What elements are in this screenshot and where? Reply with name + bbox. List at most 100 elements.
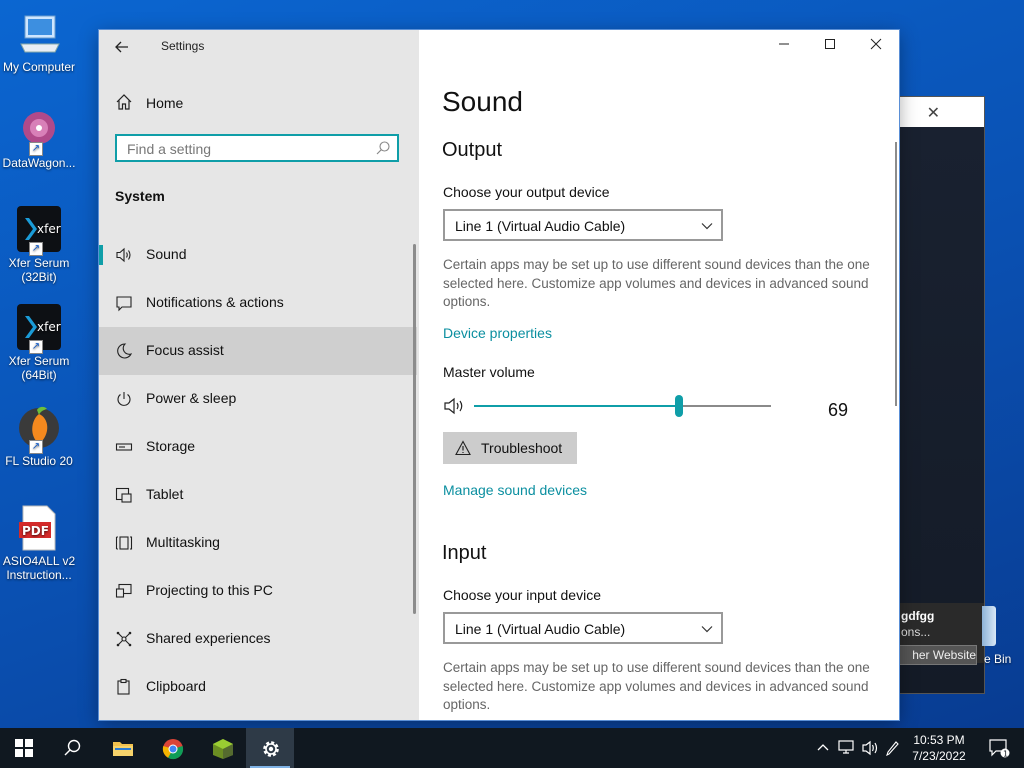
notice-text: ons... <box>901 625 931 639</box>
shortcut-arrow-icon: ↗ <box>29 142 43 156</box>
sidebar-item-projecting[interactable]: Projecting to this PC <box>99 567 417 615</box>
speaker-icon <box>116 247 131 263</box>
taskbar-file-explorer[interactable] <box>98 728 146 768</box>
main-scrollbar[interactable] <box>895 142 897 406</box>
xfer-icon: xfer ↗ <box>15 206 63 256</box>
action-center-button[interactable]: 1 <box>976 728 1024 768</box>
taskbar-minecraft[interactable] <box>198 728 246 768</box>
sidebar-item-label: Clipboard <box>146 678 206 694</box>
sidebar-item-label: Storage <box>146 438 196 454</box>
sidebar-item-label: Focus assist <box>146 342 224 358</box>
desktop-icon-datawagon[interactable]: ↗ DataWagon... <box>0 106 78 170</box>
chrome-icon <box>162 739 184 760</box>
back-button[interactable] <box>111 36 133 58</box>
chevron-down-icon <box>701 626 713 633</box>
search-icon <box>64 739 81 756</box>
home-icon <box>116 94 132 110</box>
notification-icon <box>116 296 132 312</box>
volume-slider-track[interactable] <box>474 395 771 417</box>
volume-icon[interactable] <box>862 740 880 756</box>
taskbar-chrome[interactable] <box>148 728 196 768</box>
windows-logo-icon <box>15 739 33 757</box>
output-device-dropdown[interactable]: Line 1 (Virtual Audio Cable) <box>443 209 723 241</box>
start-button[interactable] <box>0 728 48 768</box>
search-box[interactable] <box>115 134 399 162</box>
maximize-icon <box>825 39 835 49</box>
desktop-icon-xfer-serum-32[interactable]: xfer ↗ Xfer Serum (32Bit) <box>0 206 78 284</box>
clipboard-icon <box>117 678 130 695</box>
input-device-dropdown[interactable]: Line 1 (Virtual Audio Cable) <box>443 612 723 644</box>
sidebar-item-notifications[interactable]: Notifications & actions <box>99 279 417 327</box>
gear-icon <box>263 741 279 757</box>
output-description: Certain apps may be set up to use differ… <box>443 257 870 309</box>
desktop-icon-asio4all[interactable]: PDF ASIO4ALL v2 Instruction... <box>0 504 78 582</box>
shortcut-arrow-icon: ↗ <box>29 340 43 354</box>
fl-studio-icon: ↗ <box>15 404 63 454</box>
input-heading: Input <box>442 542 487 564</box>
sidebar-item-label: Home <box>146 95 184 111</box>
close-button[interactable] <box>853 30 899 62</box>
background-window[interactable]: ☐✕ gdfgg ons... her Website <box>884 96 985 694</box>
power-icon <box>117 392 131 406</box>
shortcut-arrow-icon: ↗ <box>29 440 43 454</box>
sidebar-item-sound[interactable]: Sound <box>99 231 417 279</box>
search-input[interactable] <box>117 136 369 162</box>
sidebar-item-focus-assist[interactable]: Focus assist <box>99 327 417 375</box>
sidebar-item-storage[interactable]: Storage <box>99 423 417 471</box>
input-description: Certain apps may be set up to use differ… <box>443 660 870 712</box>
search-icon[interactable] <box>375 140 391 156</box>
pen-icon[interactable] <box>886 740 900 756</box>
taskbar-settings[interactable] <box>246 728 294 768</box>
sidebar-item-home[interactable]: Home <box>99 88 419 118</box>
desktop-icon-label: Xfer Serum (64Bit) <box>8 354 70 382</box>
desktop-icon-label: FL Studio 20 <box>5 454 73 468</box>
sidebar-item-shared-experiences[interactable]: Shared experiences <box>99 615 417 663</box>
section-label: System <box>115 188 165 204</box>
sidebar-item-label: Sound <box>146 246 187 262</box>
chevron-down-icon <box>701 223 713 230</box>
minimize-button[interactable] <box>761 30 807 62</box>
pdf-icon: PDF <box>15 504 63 552</box>
manage-sound-devices-link[interactable]: Manage sound devices <box>443 482 587 498</box>
sidebar-item-label: Projecting to this PC <box>146 582 273 598</box>
input-device-label: Choose your input device <box>443 587 601 603</box>
input-device-value: Line 1 (Virtual Audio Cable) <box>455 621 626 637</box>
desktop-icon-fl-studio[interactable]: ↗ FL Studio 20 <box>0 404 78 468</box>
svg-text:xfer: xfer <box>37 320 61 334</box>
chevron-up-icon[interactable] <box>816 741 830 755</box>
volume-slider-thumb[interactable] <box>674 395 683 417</box>
sidebar-item-label: Power & sleep <box>146 390 237 406</box>
sidebar-item-power-sleep[interactable]: Power & sleep <box>99 375 417 423</box>
folder-icon <box>113 742 133 756</box>
desktop-icon-xfer-serum-64[interactable]: xfer ↗ Xfer Serum (64Bit) <box>0 304 78 382</box>
output-device-label: Choose your output device <box>443 184 610 200</box>
background-window-titlebar[interactable]: ☐✕ <box>884 97 984 128</box>
sidebar-item-label: Shared experiences <box>146 630 271 646</box>
projecting-icon <box>115 583 132 598</box>
computer-icon <box>15 10 63 58</box>
background-window-notice: gdfgg ons... her Website <box>899 603 984 665</box>
recycle-bin-icon[interactable] <box>982 606 996 646</box>
desktop-icon-my-computer[interactable]: My Computer <box>0 10 78 74</box>
speaker-icon[interactable] <box>443 396 467 416</box>
sidebar-item-clipboard[interactable]: Clipboard <box>99 663 417 711</box>
master-volume-row: 69 <box>443 394 863 424</box>
notification-count: 1 <box>1003 750 1008 759</box>
page-title: Sound <box>442 86 523 117</box>
cube-icon <box>213 739 233 759</box>
device-properties-link[interactable]: Device properties <box>443 325 552 341</box>
sidebar-scrollbar[interactable] <box>413 244 416 614</box>
maximize-button[interactable] <box>807 30 853 62</box>
desktop-icon-label: DataWagon... <box>2 156 76 170</box>
clock[interactable]: 10:53 PM 7/23/2022 <box>906 732 972 764</box>
sidebar-item-multitasking[interactable]: Multitasking <box>99 519 417 567</box>
troubleshoot-button[interactable]: Troubleshoot <box>443 432 577 464</box>
recycle-bin-label: e Bin <box>984 652 1012 666</box>
clock-date: 7/23/2022 <box>912 749 966 763</box>
output-device-value: Line 1 (Virtual Audio Cable) <box>455 218 626 234</box>
app-title: Settings <box>161 39 205 53</box>
website-button[interactable]: her Website <box>899 645 977 665</box>
sidebar-item-tablet[interactable]: Tablet <box>99 471 417 519</box>
network-icon[interactable] <box>838 740 856 756</box>
search-button[interactable] <box>48 728 96 768</box>
